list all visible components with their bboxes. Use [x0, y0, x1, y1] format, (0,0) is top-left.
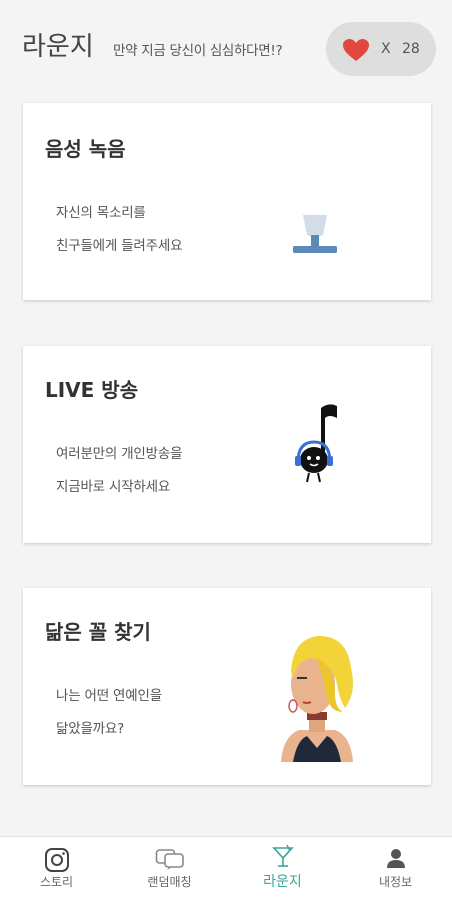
- music-note-character-icon: [295, 404, 337, 483]
- page-subtitle: 만약 지금 당신이 심심하다면!?: [113, 43, 283, 59]
- cocktail-icon: [271, 844, 294, 867]
- nav-item-label: 랜덤매칭: [147, 875, 192, 889]
- card-description-line1: 나는 어떤 연예인을: [56, 688, 162, 704]
- bottom-navigation: 스토리 랜덤매칭 라운지 내정보: [0, 836, 452, 901]
- card-title: LIVE 방송: [45, 378, 139, 402]
- card-description-line2: 지금바로 시작하세요: [56, 479, 171, 495]
- card-description-line1: 자신의 목소리를: [56, 205, 146, 221]
- woman-illustration: [281, 636, 353, 762]
- person-icon: [386, 849, 405, 868]
- nav-item-my-info[interactable]: 내정보: [339, 837, 452, 901]
- voice-recording-card[interactable]: 음성 녹음 자신의 목소리를 친구들에게 들려주세요: [23, 103, 431, 300]
- live-broadcast-card[interactable]: LIVE 방송 여러분만의 개인방송을 지금바로 시작하세요: [23, 346, 431, 543]
- card-title: 음성 녹음: [45, 137, 126, 161]
- lookalike-card[interactable]: 닮은 꼴 찾기 나는 어떤 연예인을 닮았을까요?: [23, 588, 431, 785]
- nav-item-lounge[interactable]: 라운지: [226, 837, 339, 901]
- nav-item-label: 스토리: [39, 875, 74, 889]
- chat-bubbles-icon: [155, 849, 184, 870]
- card-description-line2: 닮았을까요?: [56, 721, 125, 737]
- card-description-line2: 친구들에게 들려주세요: [56, 238, 183, 254]
- nav-item-label: 라운지: [263, 874, 302, 890]
- card-description-line1: 여러분만의 개인방송을: [56, 446, 183, 462]
- page-title: 라운지: [22, 32, 94, 62]
- heart-multiplier: X: [381, 41, 391, 57]
- nav-item-story[interactable]: 스토리: [0, 837, 113, 901]
- nav-item-random-matching[interactable]: 랜덤매칭: [113, 837, 226, 901]
- header: 라운지 만약 지금 당신이 심심하다면!? X 28: [0, 0, 452, 100]
- instagram-icon: [44, 848, 69, 872]
- heart-count: 28: [402, 41, 420, 57]
- card-title: 닮은 꼴 찾기: [45, 620, 151, 644]
- heart-icon: [343, 39, 369, 61]
- nav-item-label: 내정보: [378, 875, 413, 889]
- heart-count-button[interactable]: X 28: [326, 22, 436, 76]
- microphone-icon: [293, 215, 337, 253]
